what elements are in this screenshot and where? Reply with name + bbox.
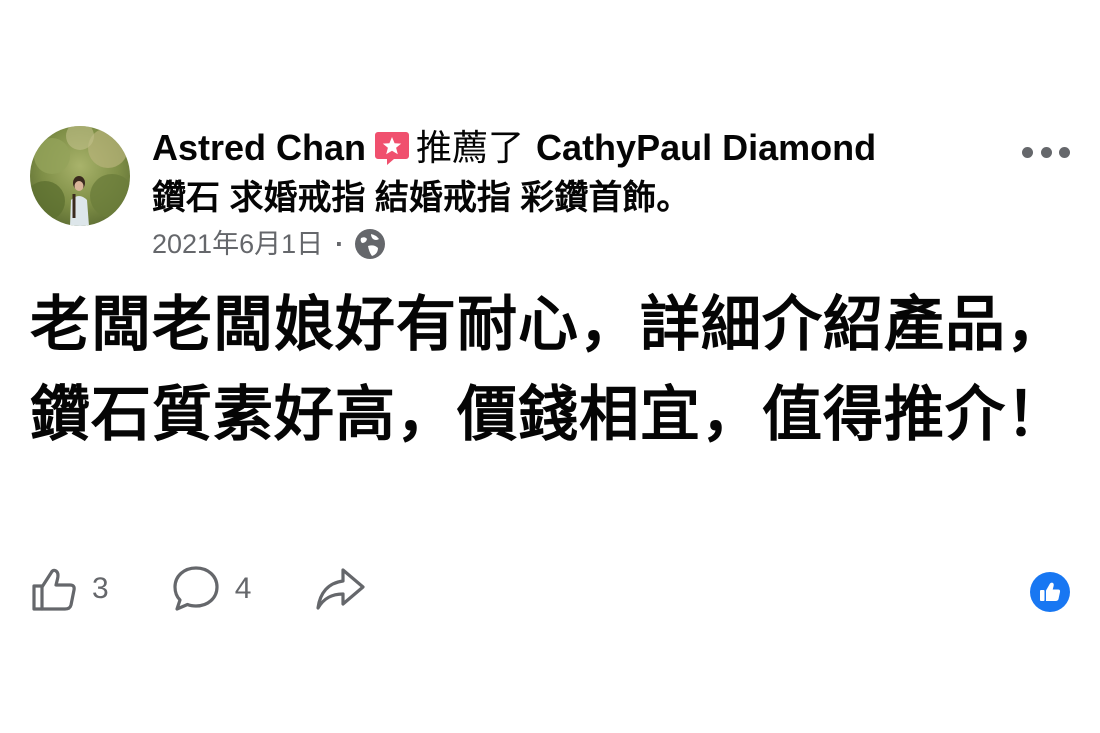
more-options-icon[interactable] xyxy=(1022,140,1070,164)
post-meta: 2021年6月1日 · xyxy=(152,226,386,262)
review-post: Astred Chan 推薦了 CathyPaul Diamond 鑽石 求婚戒指… xyxy=(0,0,1100,733)
thumbs-up-icon xyxy=(32,568,76,611)
recommend-label: 推薦了 xyxy=(416,127,525,168)
comment-count: 4 xyxy=(234,572,252,605)
like-count: 3 xyxy=(92,572,109,605)
like-reaction-glyph xyxy=(1040,582,1061,601)
share-button[interactable] xyxy=(315,565,367,613)
author-name[interactable]: Astred Chan xyxy=(152,127,366,168)
page-name-link[interactable]: CathyPaul Diamond xyxy=(536,127,876,168)
globe-icon xyxy=(355,229,386,259)
page-categories: 鑽石 求婚戒指 結婚戒指 彩鑽首飾。 xyxy=(152,179,691,217)
comment-button[interactable]: 4 xyxy=(171,564,252,614)
recommend-badge-icon xyxy=(375,132,410,165)
comment-bubble-icon xyxy=(173,566,219,611)
like-reaction-icon[interactable] xyxy=(1030,572,1070,612)
post-header: Astred Chan 推薦了 CathyPaul Diamond xyxy=(152,124,992,172)
more-dot xyxy=(1022,146,1033,158)
share-arrow-icon xyxy=(316,568,365,610)
avatar[interactable] xyxy=(30,126,130,226)
action-bar: 3 4 xyxy=(30,562,367,616)
avatar-photo xyxy=(30,126,130,226)
more-dot xyxy=(1040,146,1052,158)
like-button[interactable]: 3 xyxy=(30,565,109,613)
more-dot xyxy=(1059,146,1070,158)
review-text: 老闆老闆娘好有耐心，詳細介紹產品，鑽石質素好高，價錢相宜，值得推介！ xyxy=(30,291,1067,448)
meta-separator: · xyxy=(335,229,345,259)
post-date[interactable]: 2021年6月1日 xyxy=(152,226,323,262)
